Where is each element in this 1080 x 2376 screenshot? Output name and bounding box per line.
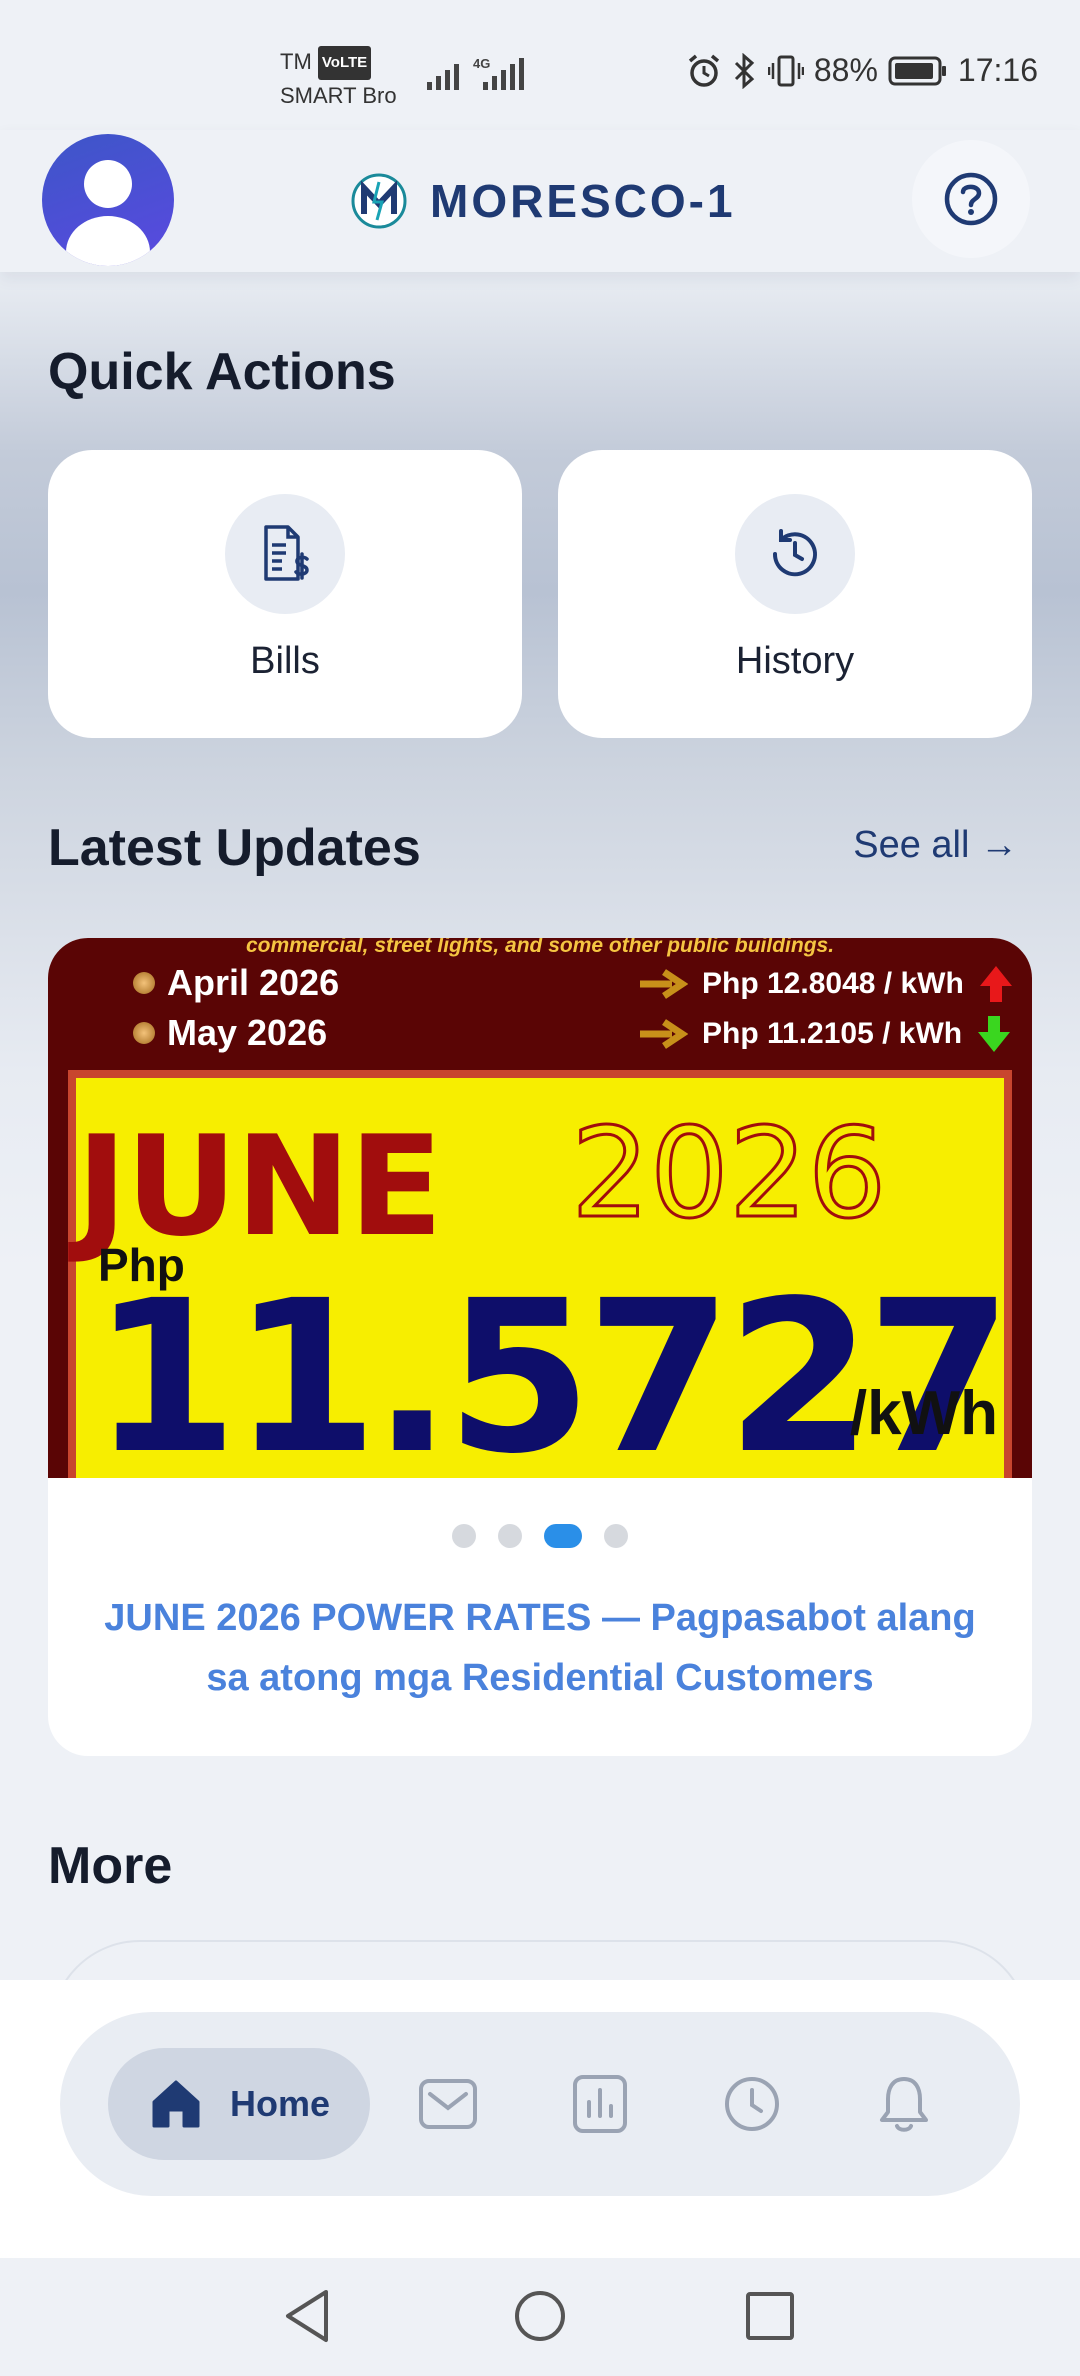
rate-month: April 2026: [167, 962, 340, 1003]
bottom-nav-pill: Home: [60, 2012, 1020, 2196]
user-icon: [66, 160, 150, 266]
arrow-right-icon: [640, 1019, 688, 1049]
latest-updates-title: Latest Updates: [48, 819, 421, 877]
update-card[interactable]: commercial, street lights, and some othe…: [48, 938, 1032, 1756]
home-circle-icon[interactable]: [512, 2286, 568, 2346]
banner-top-text: commercial, street lights, and some othe…: [245, 938, 835, 957]
history-label: History: [735, 640, 855, 682]
carousel-dot-active[interactable]: [544, 1524, 582, 1548]
bills-label: Bills: [250, 640, 320, 682]
bluetooth-icon: [734, 52, 755, 89]
nav-home-label: Home: [230, 2083, 331, 2124]
carrier-info: TM VoLTE SMART Bro: [280, 46, 397, 112]
clock-icon: [725, 2077, 779, 2131]
alarm-icon: [688, 54, 719, 87]
rate-banner-image: commercial, street lights, and some othe…: [48, 938, 1032, 1478]
rate-row-may: May 2026: [133, 1012, 327, 1054]
clock-time: 17:16: [957, 52, 1038, 88]
trend-down-icon: [978, 1016, 1011, 1052]
rate-value-april: Php 12.8048 / kWh: [638, 964, 1014, 1004]
arrow-right-icon: [640, 969, 688, 999]
history-clock-icon: [772, 529, 817, 577]
rate-value: Php 11.2105 / kWh: [702, 1017, 963, 1050]
home-icon: [152, 2080, 200, 2128]
headline-box: JUNE 2026 Php 11.5727 /kWh: [68, 1070, 1012, 1478]
bill-dollar-icon: [264, 525, 309, 581]
help-button[interactable]: [912, 140, 1030, 258]
unit-label: /kWh: [849, 1379, 998, 1448]
carrier-name: TM: [280, 49, 312, 74]
battery-percent: 88%: [813, 52, 878, 88]
brand-name: MORESCO-1: [430, 175, 736, 227]
more-title: More: [48, 1837, 173, 1895]
vibrate-icon: [767, 55, 804, 86]
bar-chart-icon: [573, 2075, 627, 2133]
mail-icon: [419, 2079, 477, 2129]
nav-home-tab[interactable]: Home: [108, 2048, 370, 2160]
battery-icon: [888, 56, 946, 85]
status-right: 88% 17:16: [686, 52, 1038, 89]
history-icon-wrap: [735, 494, 855, 614]
app-header: MORESCO-1: [0, 130, 1080, 272]
network-type-text: 4G: [473, 56, 490, 71]
help-icon: [944, 172, 998, 226]
history-card[interactable]: History: [558, 450, 1032, 738]
rate-month: May 2026: [167, 1012, 328, 1053]
quick-actions-title: Quick Actions: [48, 343, 396, 401]
bullet-icon: [133, 972, 155, 994]
trend-up-icon: [979, 966, 1012, 1002]
brand: MORESCO-1: [350, 172, 736, 230]
headline-year: 2026: [570, 1101, 889, 1248]
bills-card[interactable]: Bills: [48, 450, 522, 738]
bullet-icon: [133, 1022, 155, 1044]
carousel-dot[interactable]: [452, 1524, 476, 1548]
bills-icon-wrap: [225, 494, 345, 614]
nav-history-tab[interactable]: [720, 2072, 784, 2136]
bell-icon: [880, 2077, 928, 2132]
see-all-link[interactable]: See all →: [853, 824, 1018, 867]
back-icon[interactable]: [282, 2286, 334, 2346]
volte-badge: VoLTE: [317, 46, 372, 81]
carousel-dot[interactable]: [604, 1524, 628, 1548]
nav-notifications-tab[interactable]: [872, 2072, 936, 2136]
bottom-nav: Home: [0, 1980, 1080, 2258]
signal-icon: 4G: [427, 56, 524, 90]
status-bar: TM VoLTE SMART Bro 4G 88% 17:16: [0, 0, 1080, 130]
rate-row-april: April 2026: [133, 962, 339, 1004]
rate-value: Php 12.8048 / kWh: [702, 967, 964, 1000]
system-nav-bar: [0, 2258, 1080, 2376]
more-card[interactable]: [50, 1940, 1030, 1980]
nav-stats-tab[interactable]: [568, 2072, 632, 2136]
carousel-dots[interactable]: [48, 1524, 1032, 1548]
brand-logo-icon: [351, 173, 407, 229]
carousel-dot[interactable]: [498, 1524, 522, 1548]
recents-icon[interactable]: [744, 2286, 796, 2346]
update-post-title[interactable]: JUNE 2026 POWER RATES — Pagpasabot alang…: [88, 1588, 992, 1708]
nav-mail-tab[interactable]: [416, 2072, 480, 2136]
rate-value-may: Php 11.2105 / kWh: [638, 1014, 1012, 1054]
home-content[interactable]: Quick Actions Bills History Latest Updat…: [0, 272, 1080, 1980]
avatar[interactable]: [42, 134, 174, 266]
carrier-name-2: SMART Bro: [280, 83, 397, 109]
